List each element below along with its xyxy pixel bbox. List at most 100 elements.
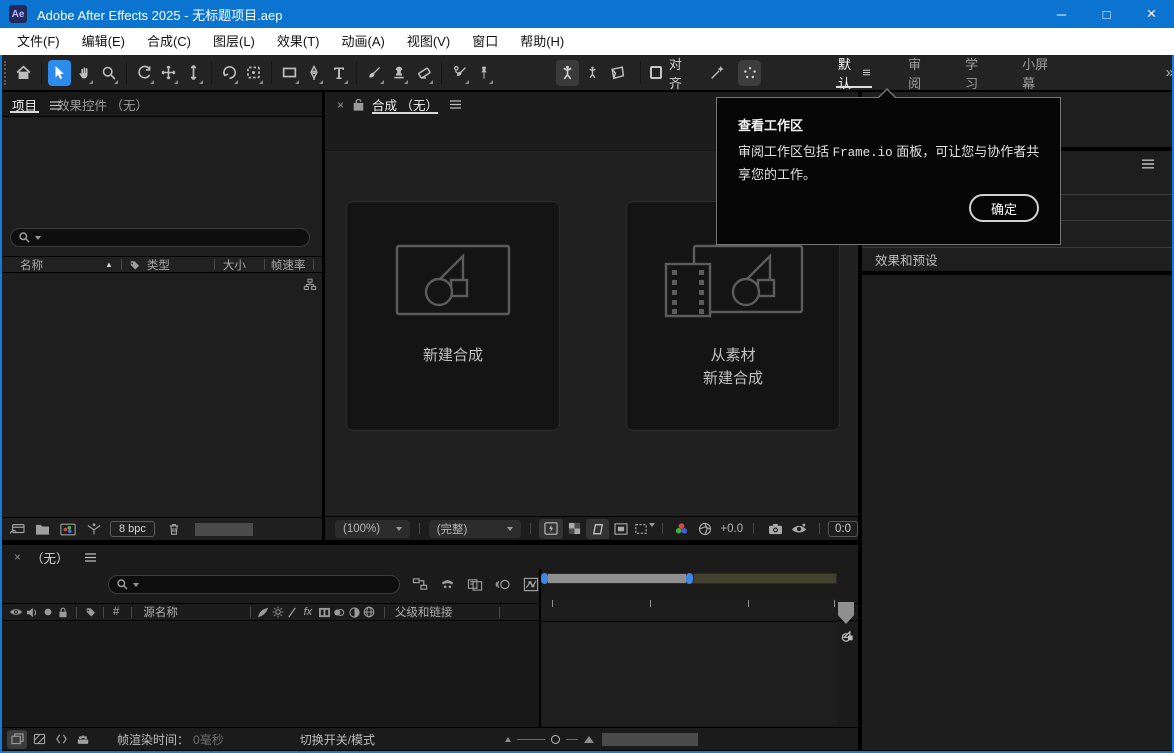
expand-layer-switches-icon[interactable] <box>7 730 27 749</box>
menu-item[interactable]: 窗口 <box>461 28 509 55</box>
graph-editor-icon[interactable] <box>523 577 539 592</box>
work-area-start-handle[interactable] <box>541 573 548 584</box>
comp-tab-close-icon[interactable]: × <box>337 98 344 112</box>
fast-previews-button[interactable] <box>539 519 562 539</box>
zoom-in-mountain-icon[interactable] <box>584 736 594 743</box>
maximize-button[interactable]: □ <box>1084 0 1129 28</box>
frame-blending-icon[interactable] <box>467 577 483 592</box>
puppet-position-control[interactable] <box>556 60 579 86</box>
collapse-transform-icon[interactable] <box>332 607 347 618</box>
toggle-switches-modes-button[interactable]: 切换开关/模式 <box>300 731 375 748</box>
menu-item[interactable]: 图层(L) <box>202 28 266 55</box>
menu-item[interactable]: 效果(T) <box>266 28 331 55</box>
menu-item[interactable]: 帮助(H) <box>509 28 575 55</box>
column-framerate[interactable]: 帧速率 <box>271 257 306 273</box>
bit-depth-button[interactable]: 8 bpc <box>110 521 155 537</box>
region-of-interest-button[interactable] <box>609 523 632 535</box>
rotation-tool[interactable] <box>218 60 241 86</box>
lock-icon[interactable] <box>353 98 364 111</box>
project-hscrollbar[interactable] <box>195 523 253 536</box>
menu-item[interactable]: 文件(F) <box>6 28 71 55</box>
project-menu-icon[interactable] <box>50 101 61 110</box>
adjustment-layer-icon[interactable] <box>347 607 362 618</box>
render-time-icon[interactable] <box>73 730 93 749</box>
guides-grid-options-button[interactable] <box>633 523 656 535</box>
new-composition-icon[interactable] <box>60 523 76 536</box>
parent-link-column[interactable]: 父级和链接 <box>395 604 453 620</box>
mini-flowchart-icon[interactable] <box>412 577 428 592</box>
pen-tool[interactable] <box>303 60 326 86</box>
effects-sun-icon[interactable] <box>271 606 286 618</box>
label-tag-icon[interactable] <box>128 259 141 271</box>
exposure-reset-button[interactable] <box>693 522 716 536</box>
timeline-menu-icon[interactable] <box>85 553 96 562</box>
3d-layer-icon[interactable] <box>362 606 377 618</box>
puppet-pin-tool[interactable] <box>473 60 496 86</box>
menu-item[interactable]: 合成(C) <box>136 28 202 55</box>
lock-icon[interactable] <box>55 607 71 618</box>
motion-path-toggle[interactable] <box>707 60 730 86</box>
timeline-tab[interactable]: （无） <box>21 545 79 569</box>
exposure-value[interactable]: +0.0 <box>720 523 743 535</box>
trash-icon[interactable] <box>167 522 181 536</box>
dolly-camera-tool[interactable] <box>182 60 205 86</box>
work-area-bar[interactable] <box>541 573 837 584</box>
hand-tool[interactable] <box>73 60 96 86</box>
close-button[interactable]: × <box>1129 0 1174 28</box>
layer-number-column[interactable]: # <box>113 606 119 618</box>
expand-transfer-controls-icon[interactable] <box>29 730 49 749</box>
timeline-search-input[interactable] <box>108 575 400 594</box>
comp-menu-icon[interactable] <box>450 100 461 109</box>
timecode-field[interactable]: 0:0 <box>828 521 858 537</box>
channel-button[interactable] <box>669 522 692 535</box>
workspace-tab[interactable]: 默认 <box>838 56 870 90</box>
panel-tab[interactable]: 项目 <box>2 92 47 116</box>
audio-icon[interactable] <box>24 607 40 618</box>
transparency-grid-button[interactable] <box>563 522 586 535</box>
effects-presets-panel-tab[interactable]: 效果和预设 <box>862 248 1172 273</box>
menu-item[interactable]: 动画(A) <box>331 28 396 55</box>
snap-toggle[interactable]: 对齐 <box>650 54 690 92</box>
panel-menu-icon[interactable] <box>1142 159 1154 169</box>
panel-tab[interactable]: 效果控件 （无） <box>47 92 158 116</box>
home-tool[interactable] <box>12 60 35 86</box>
workspace-menu-icon[interactable] <box>863 68 870 77</box>
workspace-tab[interactable]: 学习 <box>965 56 984 90</box>
video-eye-icon[interactable] <box>7 607 24 617</box>
label-tag-icon[interactable] <box>77 606 103 618</box>
brush-tool[interactable] <box>363 60 386 86</box>
motion-blur-film-icon[interactable] <box>317 607 332 618</box>
zoom-tool[interactable] <box>97 60 120 86</box>
column-name[interactable]: 名称 <box>20 257 43 273</box>
workspace-tab[interactable]: 审阅 <box>908 56 927 90</box>
mask-visibility-button[interactable] <box>586 519 609 539</box>
new-composition-card[interactable]: 新建合成 <box>346 201 560 431</box>
expand-in-out-columns-icon[interactable] <box>51 730 71 749</box>
source-name-column[interactable]: 源名称 <box>143 604 178 620</box>
properties-panel-toggle[interactable] <box>738 60 761 86</box>
selection-tool[interactable] <box>48 60 71 86</box>
fx-switch-icon[interactable]: fx <box>299 606 317 618</box>
zoom-out-mountain-icon[interactable] <box>505 737 511 742</box>
interpret-footage-icon[interactable] <box>9 522 25 536</box>
solo-icon[interactable] <box>40 608 55 616</box>
proxy-icon[interactable] <box>86 522 102 536</box>
unified-camera-tool[interactable] <box>242 60 265 86</box>
timeline-hscrollbar[interactable] <box>602 733 698 746</box>
column-type[interactable]: 类型 <box>147 257 170 273</box>
column-size[interactable]: 大小 <box>223 257 246 273</box>
new-folder-icon[interactable] <box>35 523 50 536</box>
sort-ascending-icon[interactable]: ▲ <box>105 260 113 269</box>
motion-blur-icon[interactable] <box>495 577 511 592</box>
timeline-tab-close-icon[interactable]: × <box>14 550 21 564</box>
time-navigator-rest[interactable] <box>693 573 837 584</box>
tooltip-ok-button[interactable]: 确定 <box>969 194 1039 222</box>
roto-brush-tool[interactable] <box>448 60 471 86</box>
show-snapshot-button[interactable] <box>788 523 811 535</box>
project-flowchart-icon[interactable] <box>303 278 317 291</box>
orbit-camera-tool[interactable] <box>133 60 156 86</box>
work-area-end-handle[interactable] <box>686 573 693 584</box>
project-search-input[interactable] <box>10 228 310 247</box>
snapshot-button[interactable] <box>764 523 787 535</box>
clone-stamp-tool[interactable] <box>388 60 411 86</box>
